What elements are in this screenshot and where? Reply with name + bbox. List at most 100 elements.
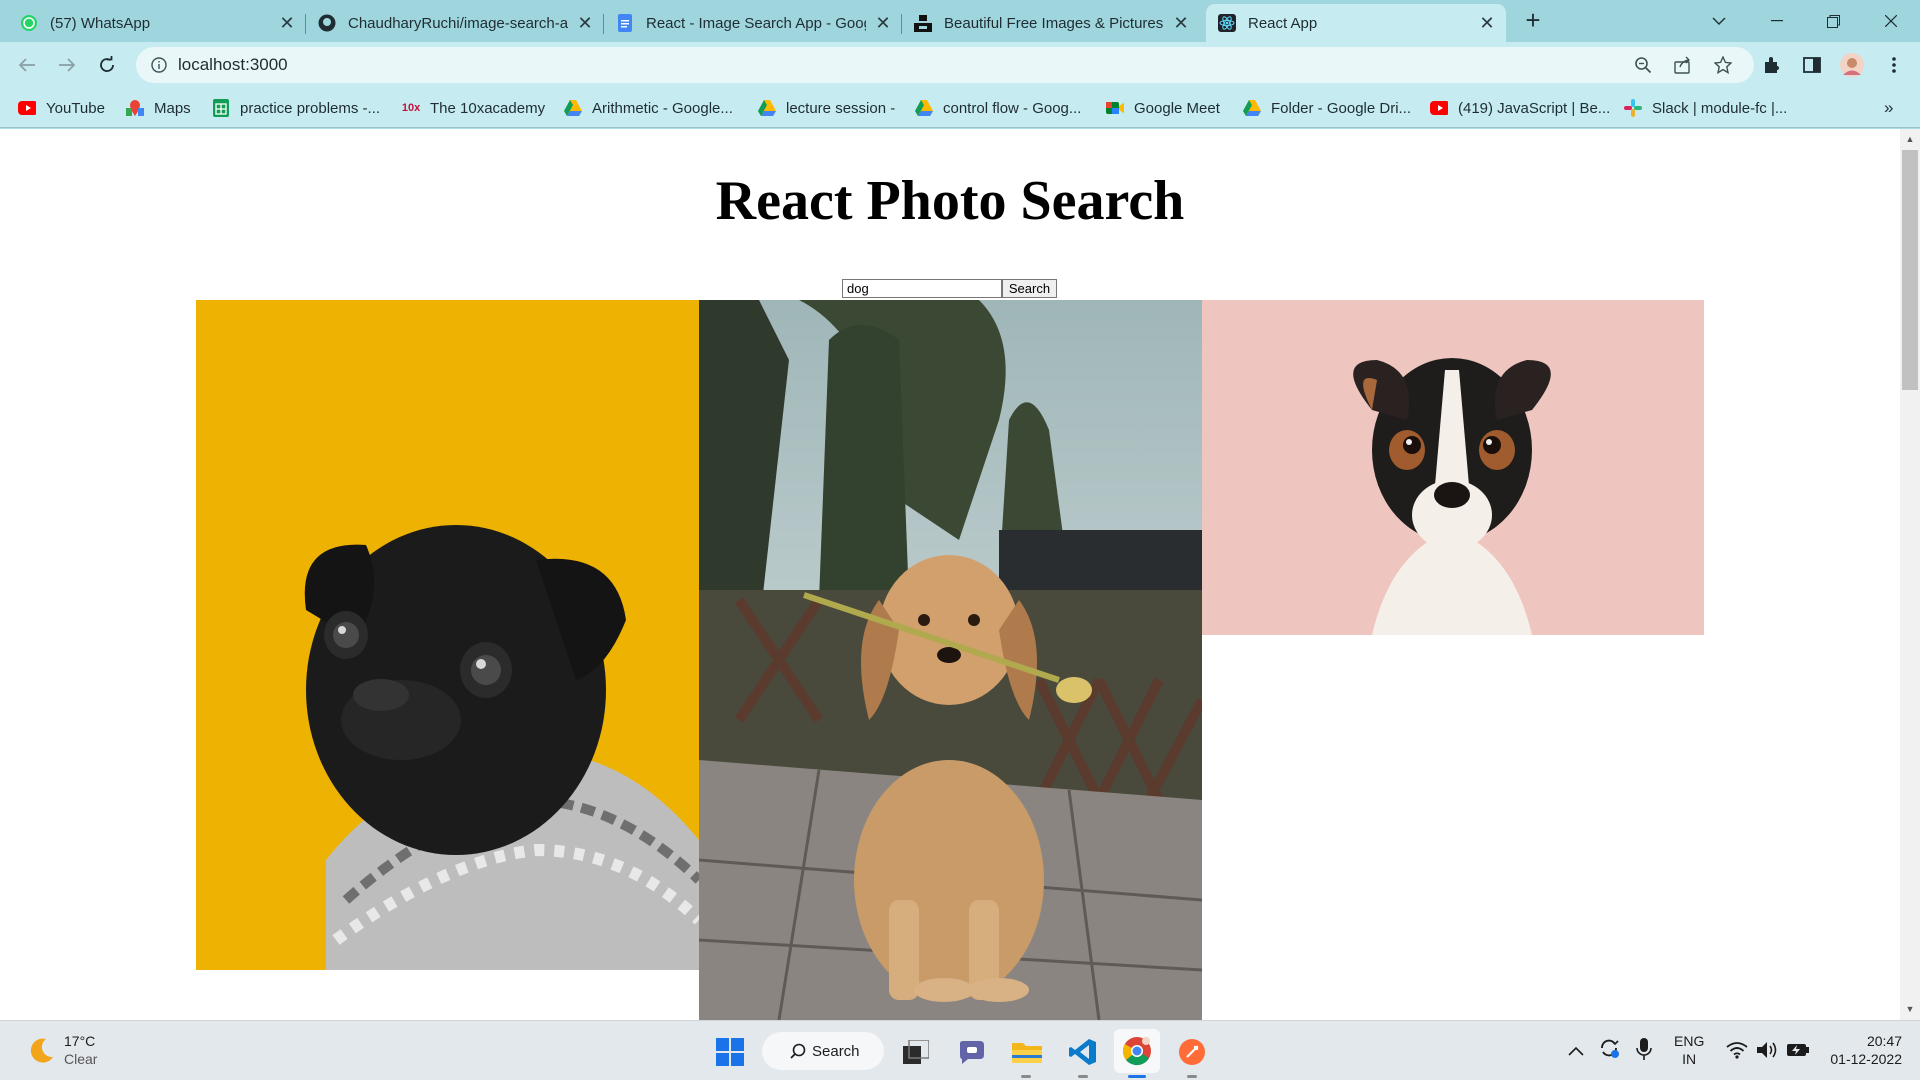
browser-chrome: (57) WhatsApp ✕ ChaudharyRuchi/image-sea… [0, 0, 1920, 129]
zoom-icon[interactable] [1632, 54, 1654, 76]
running-indicator [1021, 1075, 1031, 1078]
share-icon[interactable] [1672, 54, 1694, 76]
page-title: React Photo Search [715, 170, 1185, 232]
volume-icon[interactable] [1756, 1040, 1780, 1065]
taskbar-search-label: Search [812, 1042, 860, 1060]
bookmark-javascript-video[interactable]: (419) JavaScript | Be... [1430, 97, 1610, 119]
show-hidden-icons-chevron-icon[interactable] [1568, 1043, 1584, 1061]
clock[interactable]: 20:47 01-12-2022 [1826, 1032, 1902, 1068]
tab-search-chevron-icon[interactable] [1704, 6, 1734, 36]
whatsapp-icon [20, 14, 38, 32]
search-input[interactable] [842, 279, 1002, 298]
chrome-taskbar-icon[interactable] [1114, 1029, 1160, 1073]
close-tab-icon[interactable]: ✕ [276, 12, 298, 34]
drive-icon [758, 99, 776, 117]
file-explorer-icon[interactable] [1008, 1033, 1046, 1071]
photo-pug[interactable] [196, 300, 699, 970]
restore-icon[interactable] [1818, 6, 1848, 36]
scroll-down-arrow-icon[interactable]: ▼ [1904, 1004, 1916, 1014]
wifi-icon[interactable] [1726, 1041, 1748, 1064]
tab-title: (57) WhatsApp [50, 14, 151, 32]
tab-title: React - Image Search App - Goog [646, 14, 866, 32]
photo-jack-russell[interactable] [1202, 300, 1704, 635]
bookmark-star-icon[interactable] [1712, 54, 1734, 76]
battery-charging-icon[interactable] [1786, 1042, 1810, 1063]
close-tab-icon[interactable]: ✕ [1476, 12, 1498, 34]
tab-unsplash[interactable]: Beautiful Free Images & Pictures ✕ [902, 4, 1200, 42]
reload-icon[interactable] [93, 51, 121, 79]
weather-desc: Clear [64, 1051, 98, 1067]
active-indicator [1128, 1075, 1146, 1078]
bookmark-label: Folder - Google Dri... [1271, 99, 1412, 117]
tab-title: Beautiful Free Images & Pictures [944, 14, 1164, 32]
start-windows-icon[interactable] [711, 1033, 749, 1071]
pug-photo-image [196, 300, 699, 970]
tab-title: React App [1248, 14, 1318, 32]
tab-react-app[interactable]: React App ✕ [1206, 4, 1506, 42]
close-window-icon[interactable] [1876, 6, 1906, 36]
sync-icon[interactable] [1598, 1037, 1620, 1064]
moon-weather-icon [26, 1035, 56, 1065]
tab-title: ChaudharyRuchi/image-search-a [348, 14, 568, 32]
tab-google-docs[interactable]: React - Image Search App - Goog ✕ [604, 4, 902, 42]
bookmark-label: control flow - Goog... [943, 99, 1082, 117]
photo-golden-retriever[interactable] [699, 300, 1202, 1020]
bookmark-google-meet[interactable]: Google Meet [1106, 97, 1220, 119]
sheets-icon [212, 99, 230, 117]
forward-arrow-icon[interactable] [53, 51, 81, 79]
new-tab-button[interactable]: + [1520, 7, 1546, 34]
maps-icon [126, 99, 144, 117]
close-tab-icon[interactable]: ✕ [872, 12, 894, 34]
slack-icon [1624, 99, 1642, 117]
profile-avatar[interactable] [1838, 51, 1866, 79]
teams-chat-icon[interactable] [953, 1033, 991, 1071]
task-view-icon[interactable] [897, 1033, 935, 1071]
microphone-icon[interactable] [1636, 1037, 1652, 1066]
bookmark-folder-drive[interactable]: Folder - Google Dri... [1243, 97, 1411, 119]
weather-widget[interactable]: 17°C Clear [64, 1032, 97, 1068]
bookmark-slack[interactable]: Slack | module-fc |... [1624, 97, 1787, 119]
close-tab-icon[interactable]: ✕ [1170, 12, 1192, 34]
tab-strip: (57) WhatsApp ✕ ChaudharyRuchi/image-sea… [0, 0, 1920, 42]
taskbar: 17°C Clear Search ENG IN 20:47 01-12-202… [0, 1020, 1920, 1080]
bookmark-10xacademy[interactable]: 10x The 10xacademy [402, 97, 545, 119]
bookmark-control-flow[interactable]: control flow - Goog... [915, 97, 1081, 119]
side-panel-icon[interactable] [1798, 51, 1826, 79]
tab-github[interactable]: ChaudharyRuchi/image-search-a ✕ [306, 4, 604, 42]
bookmark-label: The 10xacademy [430, 99, 546, 117]
running-indicator [1078, 1075, 1088, 1078]
close-tab-icon[interactable]: ✕ [574, 12, 596, 34]
bookmark-label: Slack | module-fc |... [1652, 99, 1788, 117]
drive-icon [915, 99, 933, 117]
bookmarks-overflow-button[interactable]: » [1884, 97, 1893, 119]
search-button[interactable]: Search [1002, 279, 1057, 298]
bookmark-lecture-session[interactable]: lecture session - [758, 97, 895, 119]
language-code: ENG [1674, 1033, 1705, 1049]
site-info-icon[interactable] [150, 56, 168, 74]
menu-kebab-icon[interactable] [1880, 51, 1908, 79]
terrier-photo-image [1202, 300, 1704, 635]
unsplash-icon [914, 14, 932, 32]
address-bar[interactable]: localhost:3000 [136, 47, 1754, 83]
bookmark-youtube[interactable]: YouTube [18, 97, 105, 119]
google-docs-icon [616, 14, 634, 32]
clock-time: 20:47 [1866, 1033, 1902, 1049]
react-icon [1218, 14, 1236, 32]
taskbar-search-box[interactable]: Search [762, 1032, 884, 1070]
scrollbar-thumb[interactable] [1902, 150, 1918, 390]
extensions-puzzle-icon[interactable] [1758, 51, 1786, 79]
drive-icon [1243, 99, 1261, 117]
bookmark-practice-problems[interactable]: practice problems -... [212, 97, 380, 119]
scroll-up-arrow-icon[interactable]: ▲ [1904, 134, 1916, 144]
bookmark-arithmetic[interactable]: Arithmetic - Google... [564, 97, 733, 119]
minimize-icon[interactable] [1762, 6, 1792, 36]
github-icon [318, 14, 336, 32]
postman-icon[interactable] [1173, 1033, 1211, 1071]
vscode-icon[interactable] [1064, 1033, 1102, 1071]
back-arrow-icon[interactable] [13, 51, 41, 79]
bookmark-maps[interactable]: Maps [126, 97, 191, 119]
language-indicator[interactable]: ENG IN [1674, 1032, 1704, 1068]
tab-whatsapp[interactable]: (57) WhatsApp ✕ [8, 4, 306, 42]
bookmark-label: YouTube [46, 99, 105, 117]
clock-date: 01-12-2022 [1830, 1051, 1902, 1067]
